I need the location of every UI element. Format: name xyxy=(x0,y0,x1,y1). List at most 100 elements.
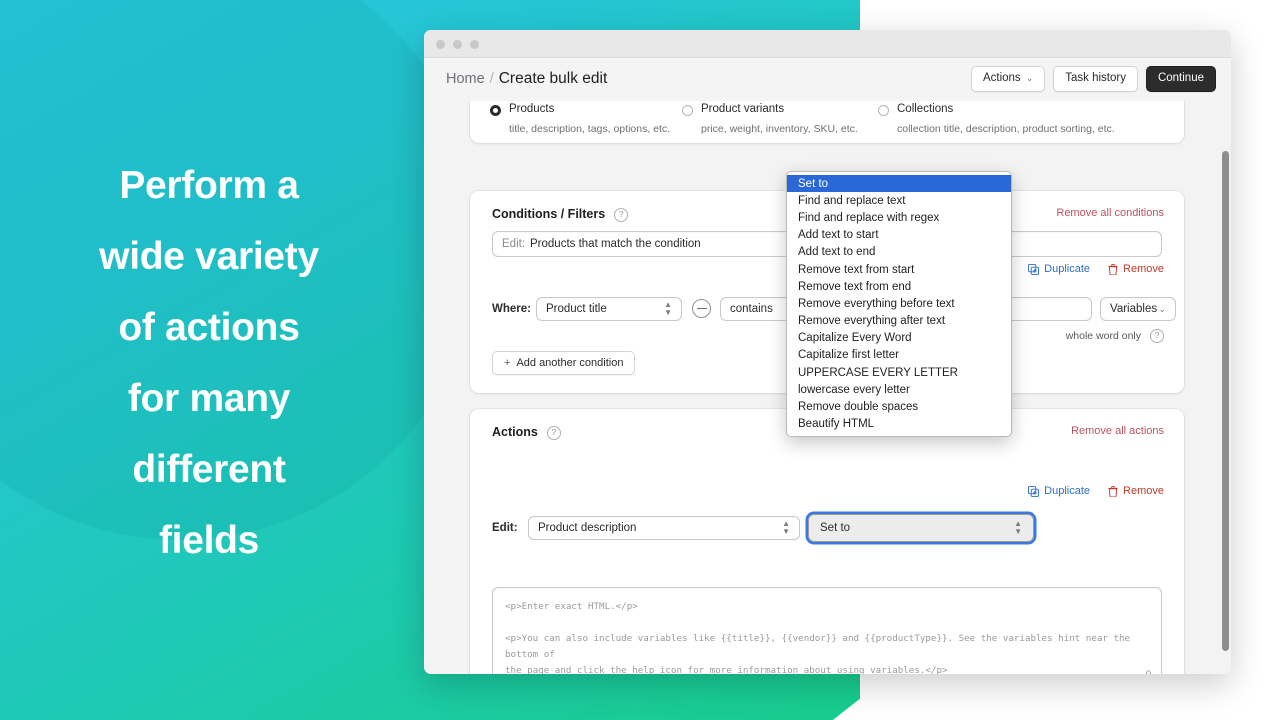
window-titlebar xyxy=(424,30,1231,58)
radio-sublabel: price, weight, inventory, SKU, etc. xyxy=(701,123,858,135)
radio-icon[interactable] xyxy=(490,105,501,116)
dropdown-item[interactable]: Remove everything before text xyxy=(787,295,1011,312)
condition-scope-prefix: Edit: xyxy=(502,238,526,250)
task-history-button[interactable]: Task history xyxy=(1053,66,1138,92)
duplicate-action-label: Duplicate xyxy=(1044,485,1091,497)
dropdown-item[interactable]: Find and replace with regex xyxy=(787,209,1011,226)
action-field-value: Product description xyxy=(538,522,637,534)
remove-condition-row-icon[interactable] xyxy=(692,299,711,318)
stepper-icon: ▲ ▼ xyxy=(664,300,672,317)
remove-condition-button[interactable]: Remove xyxy=(1108,263,1164,275)
character-count: 0 xyxy=(1146,669,1151,674)
duplicate-action-button[interactable]: Duplicate xyxy=(1028,485,1090,497)
dropdown-item[interactable]: Remove double spaces xyxy=(787,398,1011,415)
stepper-icon: ▲ ▼ xyxy=(1014,519,1022,536)
textarea-placeholder-line: <p>Enter exact HTML.</p> xyxy=(505,601,638,612)
chevron-down-icon: ⌄ xyxy=(1025,73,1034,83)
condition-scope-value: Products that match the condition xyxy=(530,238,701,250)
remove-action-button[interactable]: Remove xyxy=(1108,485,1164,497)
where-label: Where: xyxy=(492,303,531,315)
radio-option-product-variants[interactable]: Product variants price, weight, inventor… xyxy=(682,103,858,135)
textarea-placeholder-line: the page and click the help icon for mor… xyxy=(505,665,948,674)
breadcrumb-separator: / xyxy=(489,71,494,87)
stepper-icon: ▲ ▼ xyxy=(782,519,790,536)
scrollbar-thumb[interactable] xyxy=(1222,151,1229,651)
dropdown-item[interactable]: Find and replace text xyxy=(787,192,1011,209)
dropdown-item[interactable]: Beautify HTML xyxy=(787,416,1011,433)
action-field-select[interactable]: Product description ▲ ▼ xyxy=(528,516,800,540)
action-type-dropdown-menu[interactable]: Set to Find and replace text Find and repl… xyxy=(786,171,1012,437)
radio-label: Product variants xyxy=(701,103,785,115)
chevron-down-icon: ⌄ xyxy=(1158,303,1166,314)
maximize-icon[interactable] xyxy=(470,40,479,49)
textarea-blank-line xyxy=(505,615,1149,631)
edit-label: Edit: xyxy=(492,522,518,534)
dropdown-item[interactable]: Add text to start xyxy=(787,227,1011,244)
dropdown-item[interactable]: lowercase every letter xyxy=(787,381,1011,398)
radio-sublabel: title, description, tags, options, etc. xyxy=(509,123,671,135)
dropdown-item[interactable]: UPPERCASE EVERY LETTER xyxy=(787,364,1011,381)
radio-label: Products xyxy=(509,103,555,115)
close-icon[interactable] xyxy=(436,40,445,49)
actions-menu-button[interactable]: Actions ⌄ xyxy=(970,66,1046,92)
help-icon[interactable]: ? xyxy=(1150,329,1164,343)
vertical-scrollbar[interactable] xyxy=(1222,127,1229,672)
help-icon[interactable]: ? xyxy=(614,208,629,222)
radio-sublabel: collection title, description, product s… xyxy=(897,123,1115,135)
actions-menu-label: Actions xyxy=(982,72,1021,84)
dropdown-item[interactable]: Set to xyxy=(787,175,1011,193)
breadcrumb-home-link[interactable]: Home xyxy=(446,71,485,87)
app-header: Home / Create bulk edit Actions ⌄ Task hist… xyxy=(424,58,1231,102)
whole-word-only-option: whole word only? xyxy=(1066,329,1164,343)
action-html-textarea[interactable]: <p>Enter exact HTML.</p> <p>You can also… xyxy=(492,587,1162,674)
action-type-select[interactable]: Set to ▲ ▼ xyxy=(808,514,1034,542)
action-row-tools: Duplicate Remove xyxy=(1028,485,1164,497)
action-type-value: Set to xyxy=(820,522,851,534)
trash-icon xyxy=(1108,485,1118,497)
promo-line: fields xyxy=(158,519,260,562)
promo-headline: Perform a wide variety of actions for ma… xyxy=(0,150,418,576)
actions-title: Actions? xyxy=(492,425,561,440)
radio-label: Collections xyxy=(897,103,954,115)
condition-operator-value: contains xyxy=(730,303,773,315)
textarea-placeholder-line: <p>You can also include variables like {… xyxy=(505,633,1131,660)
app-header-actions: Actions ⌄ Task history Continue xyxy=(970,66,1216,92)
dropdown-item[interactable]: Remove text from end xyxy=(787,278,1011,295)
dropdown-item[interactable]: Add text to end xyxy=(787,244,1011,261)
dropdown-item[interactable]: Remove text from start xyxy=(787,261,1011,278)
radio-icon[interactable] xyxy=(682,105,693,116)
radio-option-collections[interactable]: Collections collection title, descriptio… xyxy=(878,103,1115,135)
condition-field-select[interactable]: Product title ▲ ▼ xyxy=(536,297,682,321)
add-another-condition-button[interactable]: + Add another condition xyxy=(492,351,636,375)
remove-all-actions-link[interactable]: Remove all actions xyxy=(1071,425,1164,437)
actions-title-text: Actions xyxy=(492,425,538,439)
plus-icon: + xyxy=(504,357,511,369)
condition-row-tools: Duplicate Remove xyxy=(1028,263,1164,275)
whole-word-label: whole word only xyxy=(1065,330,1141,342)
promo-line: for many xyxy=(127,377,291,420)
dropdown-item[interactable]: Capitalize first letter xyxy=(787,347,1011,364)
page-title: Create bulk edit xyxy=(498,70,608,87)
condition-field-value: Product title xyxy=(546,303,607,315)
minimize-icon[interactable] xyxy=(453,40,462,49)
dropdown-item[interactable]: Remove everything after text xyxy=(787,313,1011,330)
help-icon[interactable]: ? xyxy=(546,426,561,440)
trash-icon xyxy=(1108,263,1118,275)
radio-icon[interactable] xyxy=(878,105,889,116)
add-another-condition-label: Add another condition xyxy=(516,357,624,369)
continue-button[interactable]: Continue xyxy=(1145,66,1216,92)
remove-condition-label: Remove xyxy=(1123,263,1164,275)
resource-type-card: Products title, description, tags, optio… xyxy=(470,101,1184,143)
remove-all-conditions-link[interactable]: Remove all conditions xyxy=(1056,207,1164,219)
promo-line: different xyxy=(132,448,286,491)
dropdown-item[interactable]: Capitalize Every Word xyxy=(787,330,1011,347)
duplicate-icon xyxy=(1028,485,1040,497)
radio-option-products[interactable]: Products title, description, tags, optio… xyxy=(490,103,670,135)
variables-dropdown-button[interactable]: Variables ⌄ xyxy=(1100,297,1176,321)
duplicate-icon xyxy=(1028,263,1040,275)
promo-line: Perform a xyxy=(119,164,299,207)
duplicate-condition-label: Duplicate xyxy=(1044,263,1091,275)
conditions-title-text: Conditions / Filters xyxy=(492,207,606,221)
variables-label: Variables xyxy=(1110,303,1158,315)
duplicate-condition-button[interactable]: Duplicate xyxy=(1028,263,1090,275)
